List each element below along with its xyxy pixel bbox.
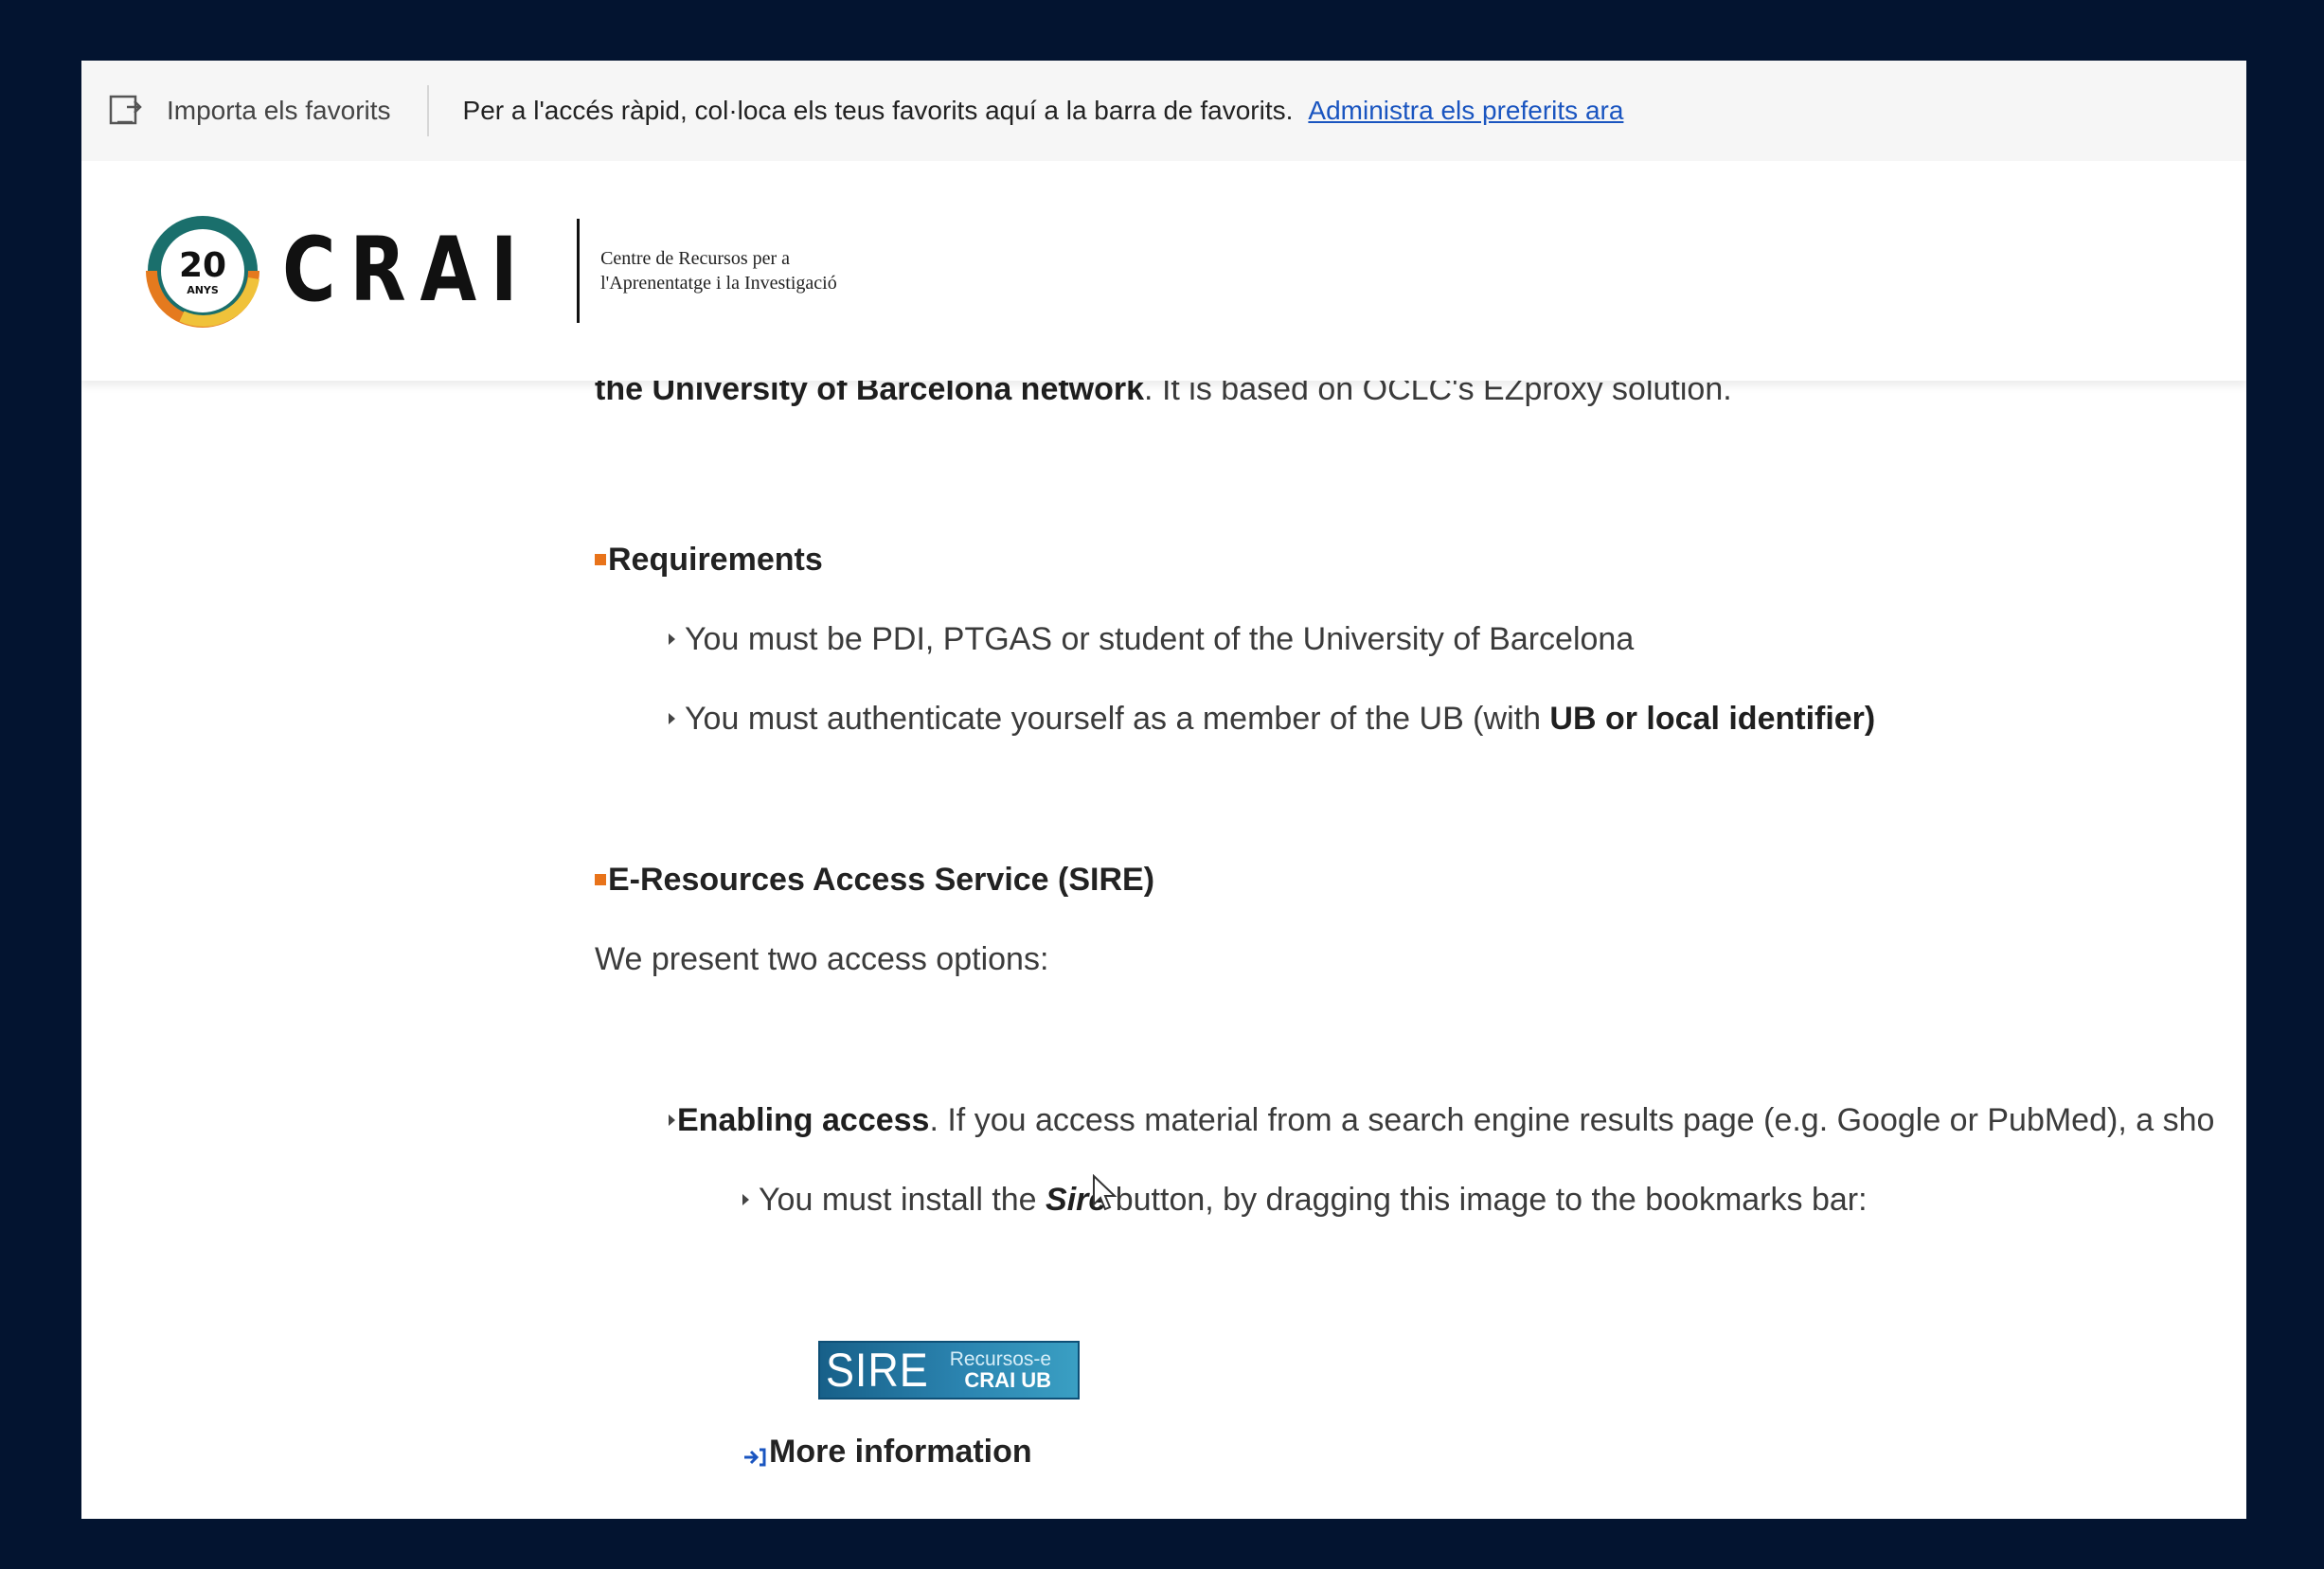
import-favorites-icon [109,95,142,125]
import-favorites-label: Importa els favorits [167,96,391,125]
logo-subtitle-line2: l'Aprenentatge i la Investigació [600,273,837,294]
requirement-item-2: You must authenticate yourself as a memb… [669,701,1875,738]
badge-text: ANYS [187,284,219,296]
arrow-in-icon [742,1440,767,1467]
badge-number: 20 [179,246,226,285]
bullet-triangle-icon [669,633,675,646]
sire-heading: E-Resources Access Service (SIRE) [595,862,1154,899]
sire-button-sub2: CRAI UB [964,1368,1052,1392]
crai-20-anys-badge-icon: 20 ANYS [144,212,261,330]
manage-favorites-link[interactable]: Administra els preferits ara [1308,96,1623,126]
bullet-triangle-icon [742,1194,749,1206]
browser-window: Importa els favorits Per a l'accés ràpid… [81,61,2246,1519]
logo-wordmark: CRAI [282,219,532,322]
bullet-square-icon [595,554,606,566]
requirement-2-bold: UB or local identifier) [1549,701,1876,737]
bullet-triangle-icon [669,1114,675,1127]
crai-logo[interactable]: 20 ANYS CRAI Centre de Recursos per a l'… [144,212,837,330]
favorites-bar-message: Per a l'accés ràpid, col·loca els teus f… [462,96,1294,125]
favorites-bar-divider [426,85,429,136]
enabling-access-bold: Enabling access [677,1102,930,1138]
install-pre-text: You must install the [759,1182,1046,1218]
bullet-square-icon [595,874,606,886]
sire-button-subtitle: Recursos-e CRAI UB [950,1349,1051,1391]
favorites-bar: Importa els favorits Per a l'accés ràpid… [81,61,2246,161]
requirements-heading-text: Requirements [608,542,823,578]
requirement-2-text: You must authenticate yourself as a memb… [685,701,1550,737]
mouse-pointer-icon [1093,1174,1117,1211]
install-sire-item: You must install the Sire button, by dra… [742,1182,1868,1219]
import-favorites-button[interactable]: Importa els favorits [108,94,391,128]
bullet-triangle-icon [669,713,675,725]
enabling-access-text: . If you access material from a search e… [929,1102,2215,1138]
install-post-text: button, by dragging this image to the bo… [1106,1182,1868,1218]
sire-button-sub1: Recursos-e [949,1348,1052,1370]
sire-bookmarklet-button[interactable]: SIRE Recursos-e CRAI UB [818,1341,1080,1400]
requirement-item-1: You must be PDI, PTGAS or student of the… [669,621,1634,658]
site-header: 20 ANYS CRAI Centre de Recursos per a l'… [81,161,2246,381]
sire-button-title: SIRE [826,1344,929,1397]
logo-divider [577,219,581,323]
more-information-link[interactable]: More information [742,1434,1032,1471]
enabling-access-item: Enabling access. If you access material … [669,1102,2214,1139]
logo-subtitle: Centre de Recursos per a l'Aprenentatge … [600,246,837,295]
more-information-text: More information [769,1434,1032,1470]
logo-subtitle-line1: Centre de Recursos per a [600,248,791,269]
sire-heading-text: E-Resources Access Service (SIRE) [608,862,1155,898]
requirement-1-text: You must be PDI, PTGAS or student of the… [685,621,1635,657]
requirements-heading: Requirements [595,542,823,579]
access-options-intro: We present two access options: [595,941,1049,977]
